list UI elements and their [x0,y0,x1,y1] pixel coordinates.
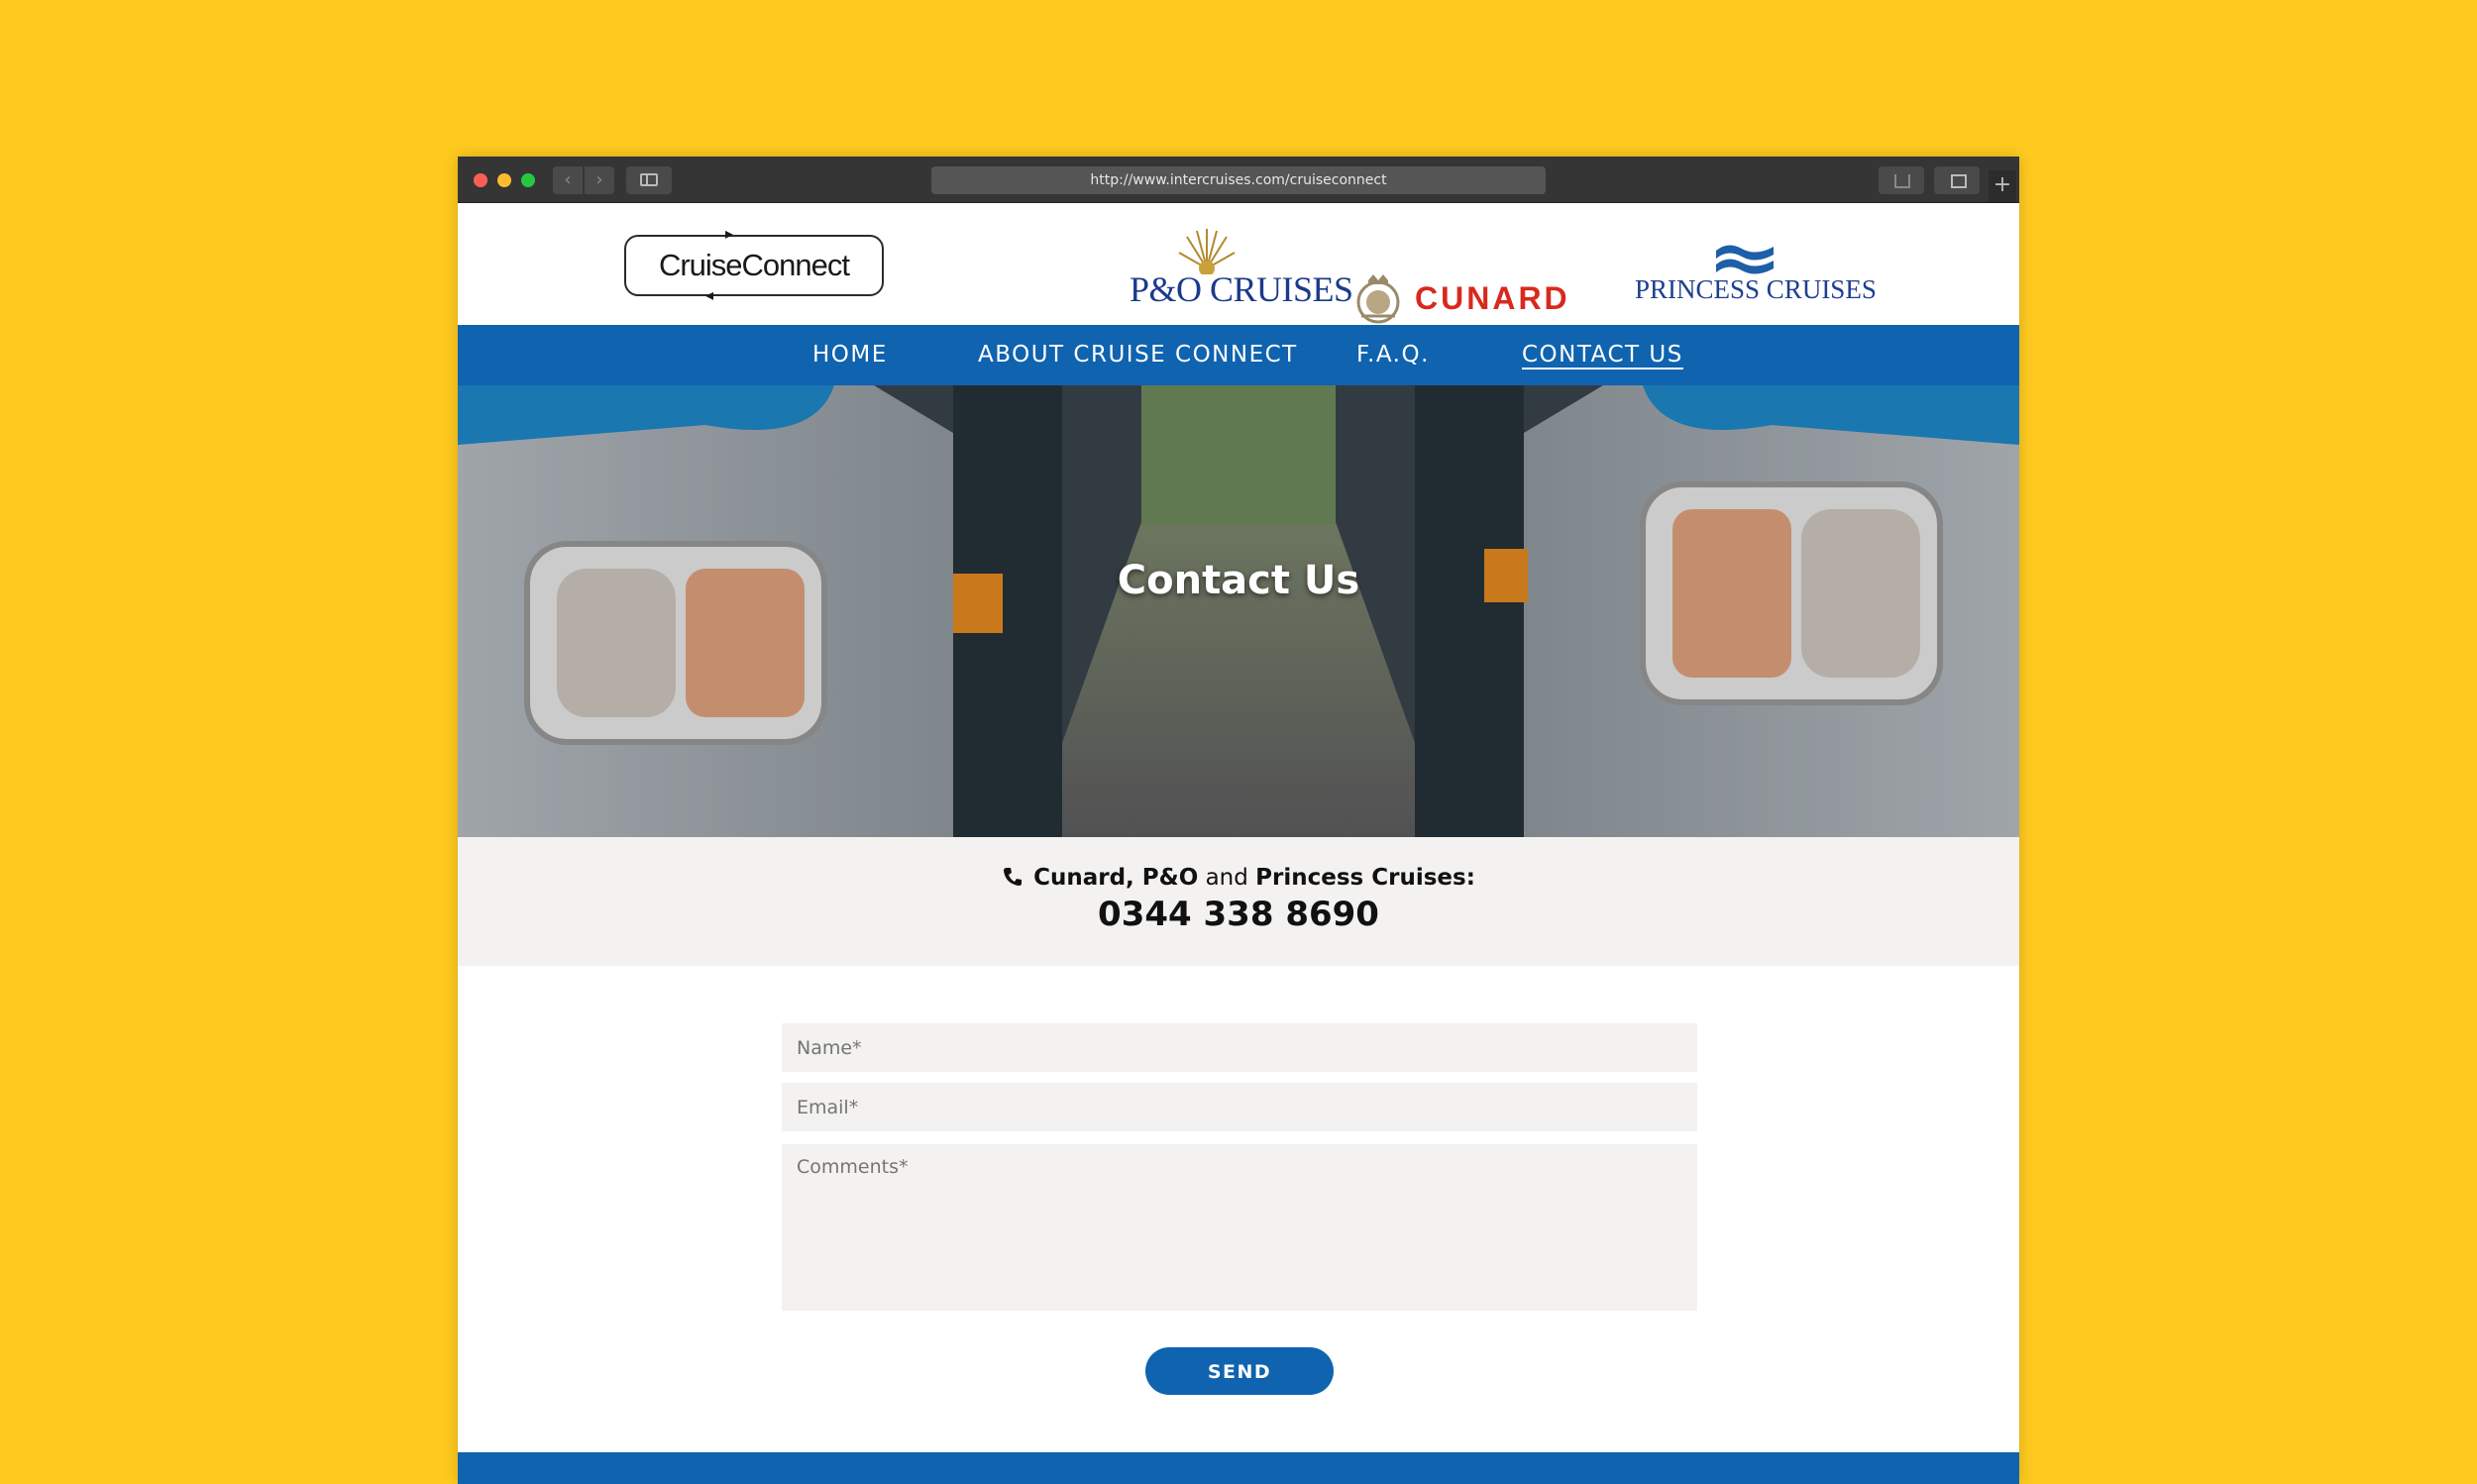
sidebar-icon [640,173,658,186]
sidebar-toggle-button[interactable] [626,166,672,194]
phone-number[interactable]: 0344 338 8690 [458,895,2019,934]
minimize-window-icon[interactable] [497,173,511,187]
footer-bar [458,1452,2019,1484]
plus-icon: + [1992,172,2012,197]
name-input[interactable] [782,1023,1697,1072]
nav-about-cruise-connect[interactable]: ABOUT CRUISE CONNECT [978,325,1298,385]
tabs-overview-button[interactable] [1934,166,1980,194]
logo-text: CruiseConnect [658,248,850,282]
back-button[interactable]: ‹ [553,166,583,194]
tabs-icon [1951,174,1967,188]
comments-textarea[interactable] [782,1144,1697,1311]
zoom-window-icon[interactable] [521,173,535,187]
cunard-logo[interactable]: CUNARD [1415,280,1570,317]
chevron-left-icon: ‹ [564,169,572,190]
site-header: ▸ ◂ CruiseConnect P&O CRUISES CUNARD PRI… [458,203,2019,324]
po-sun-icon [1178,229,1236,274]
main-nav: HOME ABOUT CRUISE CONNECT F.A.Q. CONTACT… [458,325,2019,385]
email-input[interactable] [782,1083,1697,1131]
cunard-crest-icon [1356,274,1400,324]
close-window-icon[interactable] [474,173,487,187]
browser-toolbar: ‹ › http://www.intercruises.com/cruiseco… [458,157,2019,203]
phone-label-princess: Princess Cruises: [1255,865,1475,891]
po-cruises-logo[interactable]: P&O CRUISES [1130,268,1353,310]
hero-banner: Contact Us [458,385,2019,837]
nav-home[interactable]: HOME [812,325,888,385]
address-bar[interactable]: http://www.intercruises.com/cruiseconnec… [931,166,1546,194]
phone-icon [1004,868,1023,886]
contact-phone-band: Cunard, P&O and Princess Cruises: 0344 3… [458,837,2019,966]
share-icon [1894,174,1910,188]
phone-label-and: and [1198,865,1256,891]
phone-label-brands: Cunard, P&O [1033,865,1199,891]
princess-cruises-logo[interactable]: PRINCESS CRUISES [1635,274,1877,305]
phone-label: Cunard, P&O and Princess Cruises: [458,865,2019,891]
hero-title: Contact Us [1117,558,1360,603]
nav-contact-us[interactable]: CONTACT US [1522,325,1683,385]
princess-wave-icon [1716,245,1774,274]
share-button[interactable] [1879,166,1924,194]
new-tab-button[interactable]: + [1989,170,2016,202]
browser-window: ‹ › http://www.intercruises.com/cruiseco… [458,157,2019,1484]
hero-coaches-image [458,385,2019,837]
chevron-right-icon: › [595,169,603,190]
send-button[interactable]: SEND [1145,1347,1334,1395]
cruise-connect-logo[interactable]: ▸ ◂ CruiseConnect [624,227,884,304]
nav-faq[interactable]: F.A.Q. [1356,325,1430,385]
forward-button[interactable]: › [585,166,614,194]
